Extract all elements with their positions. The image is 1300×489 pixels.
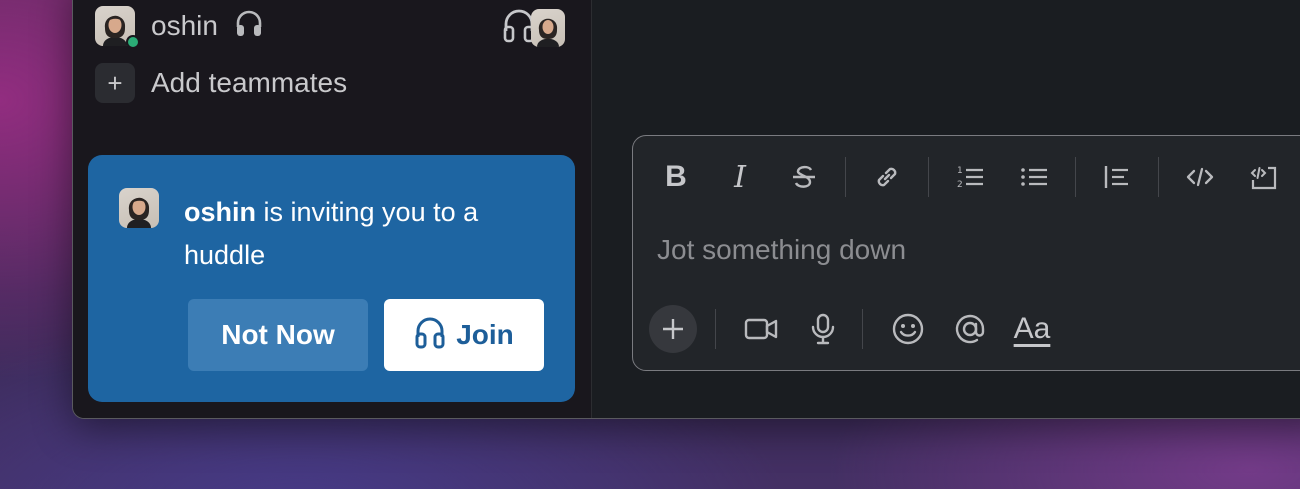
add-teammates-label: Add teammates (151, 67, 348, 98)
headphones-icon (414, 315, 446, 356)
message-input[interactable]: Jot something down (657, 234, 906, 266)
code-icon[interactable] (1177, 154, 1223, 200)
italic-icon[interactable]: I (717, 154, 763, 200)
bold-icon[interactable]: B (653, 154, 699, 200)
strikethrough-icon[interactable] (781, 154, 827, 200)
online-status-dot (126, 35, 140, 49)
huddle-participant-avatar (531, 8, 565, 47)
add-teammates-item[interactable]: + Add teammates (95, 63, 347, 103)
inviter-name: oshin (184, 197, 256, 227)
main-pane: B I 12 Jot something down Aa (592, 0, 1300, 418)
bulleted-list-icon[interactable] (1011, 154, 1057, 200)
blockquote-icon[interactable] (1094, 154, 1140, 200)
plus-icon (663, 319, 683, 339)
svg-text:1: 1 (957, 166, 963, 176)
link-icon[interactable] (864, 154, 910, 200)
ordered-list-icon[interactable]: 12 (947, 154, 993, 200)
toolbar-divider (928, 157, 929, 197)
plus-icon: + (95, 63, 135, 103)
text-formatting-toggle[interactable]: Aa (1009, 306, 1055, 352)
join-button[interactable]: Join (384, 299, 544, 371)
huddle-headphones-icon (234, 9, 264, 44)
huddle-invite-card: oshin is inviting you to a huddle Not No… (88, 155, 575, 402)
dm-user-name: oshin (151, 10, 218, 41)
video-clip-icon[interactable] (738, 306, 784, 352)
emoji-icon[interactable] (885, 306, 931, 352)
mention-icon[interactable] (947, 306, 993, 352)
message-composer[interactable]: B I 12 Jot something down Aa (632, 135, 1300, 371)
not-now-button[interactable]: Not Now (188, 299, 368, 371)
sidebar-item-dm-oshin[interactable]: oshin (95, 5, 565, 50)
toolbar-divider (862, 309, 863, 349)
microphone-icon[interactable] (800, 306, 846, 352)
inviter-avatar (119, 188, 159, 228)
code-block-icon[interactable] (1241, 154, 1287, 200)
svg-text:2: 2 (957, 180, 963, 190)
composer-actions: Aa (649, 305, 1071, 353)
app-window: oshin + Add teammates oshin is inviting … (72, 0, 1300, 419)
toolbar-divider (715, 309, 716, 349)
toolbar-divider (1158, 157, 1159, 197)
join-label: Join (456, 319, 514, 350)
toolbar-divider (1075, 157, 1076, 197)
invite-message: oshin is inviting you to a huddle (184, 191, 544, 277)
active-huddle-indicator[interactable] (501, 5, 565, 50)
toolbar-divider (845, 157, 846, 197)
sidebar: oshin + Add teammates oshin is inviting … (73, 0, 592, 418)
formatting-toolbar: B I 12 (653, 154, 1300, 200)
add-attachment-button[interactable] (649, 305, 697, 353)
